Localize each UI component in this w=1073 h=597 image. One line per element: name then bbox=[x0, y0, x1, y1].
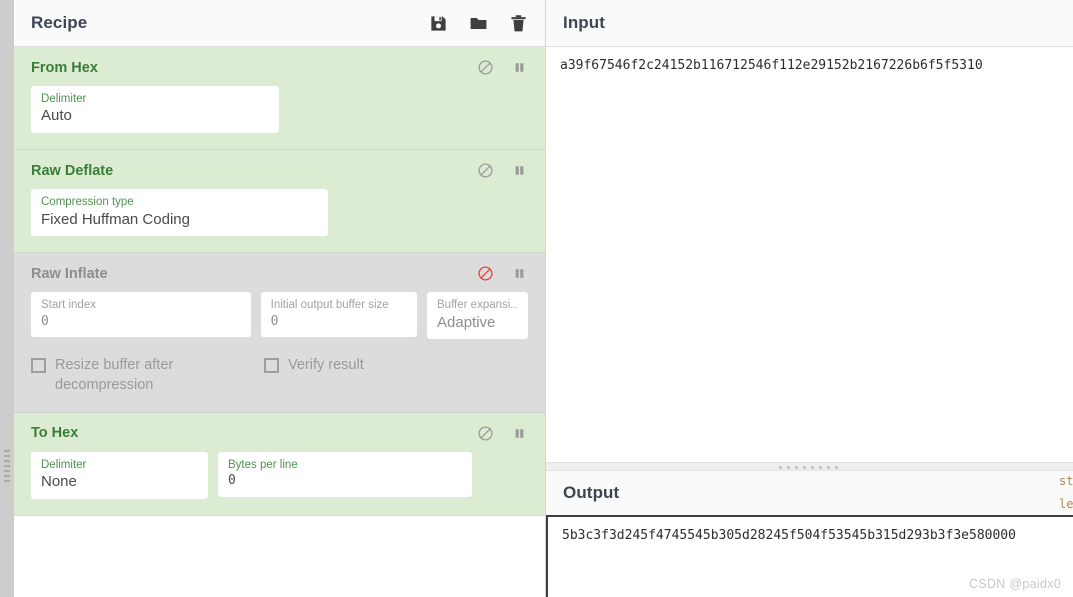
operation-header: To Hex bbox=[31, 425, 528, 442]
argument-label: Delimiter bbox=[41, 93, 87, 105]
argument-value[interactable]: 0 bbox=[41, 314, 241, 330]
input-section: Input a39f67546f2c24152b116712546f112e29… bbox=[546, 0, 1073, 462]
input-header: Input bbox=[546, 0, 1073, 47]
folder-icon[interactable] bbox=[469, 14, 488, 33]
argument-label: Initial output buffer size bbox=[270, 299, 389, 312]
pause-operation-icon[interactable] bbox=[511, 265, 528, 282]
operation-icons bbox=[477, 59, 528, 76]
checkbox-input[interactable] bbox=[31, 358, 46, 374]
output-status-clipped: st bbox=[1059, 474, 1073, 488]
operation-icons bbox=[477, 265, 528, 282]
operation-arguments: Compression type Fixed Huffman Coding bbox=[31, 189, 528, 237]
operation-checkboxes: Resize buffer after decompression Verify … bbox=[31, 356, 528, 395]
save-icon[interactable] bbox=[429, 14, 448, 33]
argument-field[interactable]: Delimiter None bbox=[31, 451, 208, 499]
output-status-indicators: st len bbox=[1059, 474, 1073, 512]
input-text[interactable]: a39f67546f2c24152b116712546f112e29152b21… bbox=[560, 57, 1059, 75]
operation-header: Raw Deflate bbox=[31, 162, 528, 179]
trash-icon[interactable] bbox=[509, 14, 528, 33]
input-body[interactable]: a39f67546f2c24152b116712546f112e29152b21… bbox=[546, 47, 1073, 462]
disable-operation-icon[interactable] bbox=[477, 162, 494, 179]
disable-operation-icon[interactable] bbox=[477, 265, 494, 282]
operation-title: From Hex bbox=[31, 59, 98, 76]
argument-label: Buffer expansi... bbox=[437, 299, 518, 312]
pause-operation-icon[interactable] bbox=[511, 59, 528, 76]
checkbox-input[interactable] bbox=[264, 358, 279, 374]
argument-value[interactable]: None bbox=[41, 473, 198, 492]
argument-field[interactable]: Bytes per line 0 bbox=[218, 451, 472, 497]
recipe-title: Recipe bbox=[31, 13, 88, 32]
output-body[interactable]: 5b3c3f3d245f4745545b305d28245f504f53545b… bbox=[546, 515, 1073, 597]
output-length-clipped: len bbox=[1059, 497, 1073, 512]
app-root: Recipe From Hex Delimiter Auto Raw Defla… bbox=[0, 0, 1073, 597]
operation-title: To Hex bbox=[31, 425, 79, 441]
recipe-header: Recipe bbox=[14, 0, 545, 47]
disable-operation-icon[interactable] bbox=[477, 425, 494, 442]
recipe-operation[interactable]: To Hex Delimiter None Bytes per line 0 bbox=[14, 412, 545, 516]
argument-field[interactable]: Buffer expansi... Adaptive bbox=[427, 292, 528, 340]
output-title: Output bbox=[563, 483, 620, 502]
argument-field[interactable]: Initial output buffer size 0 bbox=[260, 292, 417, 338]
splitter-grip[interactable] bbox=[778, 466, 841, 469]
checkbox-label: Verify result bbox=[288, 357, 364, 374]
input-title: Input bbox=[563, 13, 606, 32]
disable-operation-icon[interactable] bbox=[477, 59, 494, 76]
argument-field[interactable]: Delimiter Auto bbox=[31, 86, 279, 134]
recipe-operation[interactable]: Raw Inflate Start index 0 Initial output bu… bbox=[14, 253, 545, 413]
recipe-pane: Recipe From Hex Delimiter Auto Raw Defla… bbox=[14, 0, 546, 597]
recipe-scrollbar-gutter[interactable] bbox=[0, 0, 14, 597]
output-header: Output st len bbox=[546, 471, 1073, 515]
io-splitter[interactable] bbox=[546, 462, 1073, 471]
operation-title: Raw Inflate bbox=[31, 265, 108, 282]
argument-value[interactable]: Adaptive bbox=[437, 314, 518, 333]
output-section: Output st len 5b3c3f3d245f4745545b305d28… bbox=[546, 471, 1073, 597]
pause-operation-icon[interactable] bbox=[511, 162, 528, 179]
operation-header: Raw Inflate bbox=[31, 265, 528, 282]
recipe-operation-list: From Hex Delimiter Auto Raw Deflate Compress… bbox=[14, 47, 545, 597]
operation-header: From Hex bbox=[31, 59, 528, 76]
argument-value[interactable]: Fixed Huffman Coding bbox=[41, 211, 318, 230]
checkbox-item[interactable]: Verify result bbox=[264, 356, 364, 376]
checkbox-label: Resize buffer after decompression bbox=[55, 357, 174, 393]
operation-arguments: Start index 0 Initial output buffer size 0 B… bbox=[31, 292, 528, 340]
recipe-operation[interactable]: Raw Deflate Compression type Fixed Huffman… bbox=[14, 150, 545, 254]
recipe-toolbar bbox=[429, 14, 528, 33]
argument-field[interactable]: Start index 0 bbox=[31, 292, 251, 338]
operation-arguments: Delimiter Auto bbox=[31, 86, 528, 134]
output-text: 5b3c3f3d245f4745545b305d28245f504f53545b… bbox=[562, 528, 1016, 543]
argument-value[interactable]: Auto bbox=[41, 107, 269, 126]
pause-operation-icon[interactable] bbox=[511, 425, 528, 442]
argument-value[interactable]: 0 bbox=[271, 314, 407, 330]
operation-icons bbox=[477, 425, 528, 442]
argument-label: Delimiter bbox=[41, 458, 87, 471]
argument-label: Compression type bbox=[41, 196, 134, 209]
operation-icons bbox=[477, 162, 528, 179]
operation-title: Raw Deflate bbox=[31, 162, 114, 179]
argument-label: Bytes per line bbox=[228, 458, 298, 471]
recipe-operation[interactable]: From Hex Delimiter Auto bbox=[14, 47, 545, 151]
argument-value[interactable]: 0 bbox=[228, 473, 462, 489]
argument-field[interactable]: Compression type Fixed Huffman Coding bbox=[31, 189, 328, 237]
recipe-scroll-grip[interactable] bbox=[4, 450, 10, 484]
io-pane: Input a39f67546f2c24152b116712546f112e29… bbox=[546, 0, 1073, 597]
operation-arguments: Delimiter None Bytes per line 0 bbox=[31, 451, 528, 499]
checkbox-item[interactable]: Resize buffer after decompression bbox=[31, 356, 264, 395]
watermark: CSDN @paidx0 bbox=[968, 577, 1061, 591]
argument-label: Start index bbox=[41, 299, 96, 312]
